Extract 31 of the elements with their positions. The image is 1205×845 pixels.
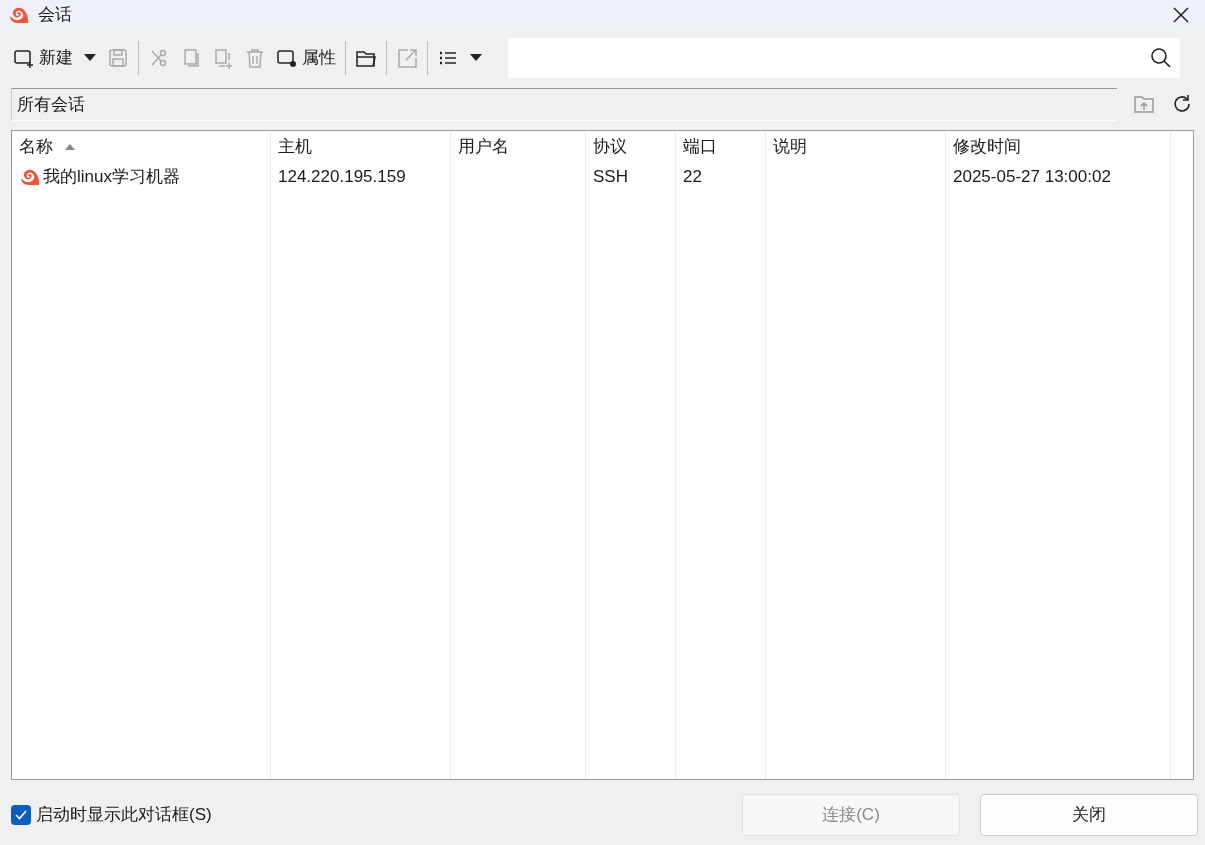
- sort-arrow-icon: [65, 144, 75, 150]
- table-cell[interactable]: 124.220.195.159: [271, 163, 450, 191]
- new-session-icon: [13, 47, 35, 69]
- column-header[interactable]: 名称: [12, 131, 270, 163]
- refresh-icon[interactable]: [1171, 93, 1193, 115]
- properties-icon: [276, 47, 298, 69]
- app-logo-icon: [8, 6, 30, 24]
- table-cell[interactable]: SSH: [586, 163, 675, 191]
- table-cell[interactable]: 22: [676, 163, 765, 191]
- toolbar-button[interactable]: 新建: [8, 42, 78, 74]
- column-header[interactable]: 协议: [586, 131, 675, 163]
- window-title: 会话: [38, 4, 72, 27]
- table-cell[interactable]: 我的linux学习机器: [12, 163, 270, 191]
- column-header[interactable]: 修改时间: [946, 131, 1170, 163]
- search-icon[interactable]: [1150, 47, 1172, 69]
- dialog-button[interactable]: 关闭: [980, 794, 1198, 836]
- export-icon: [396, 47, 418, 69]
- checkmark-icon: [15, 810, 27, 820]
- duplicate-icon: [212, 47, 234, 69]
- column-header[interactable]: 端口: [676, 131, 765, 163]
- column-header[interactable]: 说明: [766, 131, 945, 163]
- checkbox-label[interactable]: 启动时显示此对话框(S): [36, 802, 212, 828]
- column-header[interactable]: 主机: [271, 131, 450, 163]
- column-header[interactable]: 用户名: [451, 131, 585, 163]
- startup-checkbox[interactable]: [11, 805, 31, 825]
- save-icon: [107, 47, 129, 69]
- session-icon: [19, 168, 41, 186]
- path-field[interactable]: 所有会话: [11, 87, 1117, 121]
- table-cell[interactable]: 2025-05-27 13:00:02: [946, 163, 1170, 191]
- trash-icon: [244, 47, 266, 69]
- toolbar-button[interactable]: 属性: [271, 42, 341, 74]
